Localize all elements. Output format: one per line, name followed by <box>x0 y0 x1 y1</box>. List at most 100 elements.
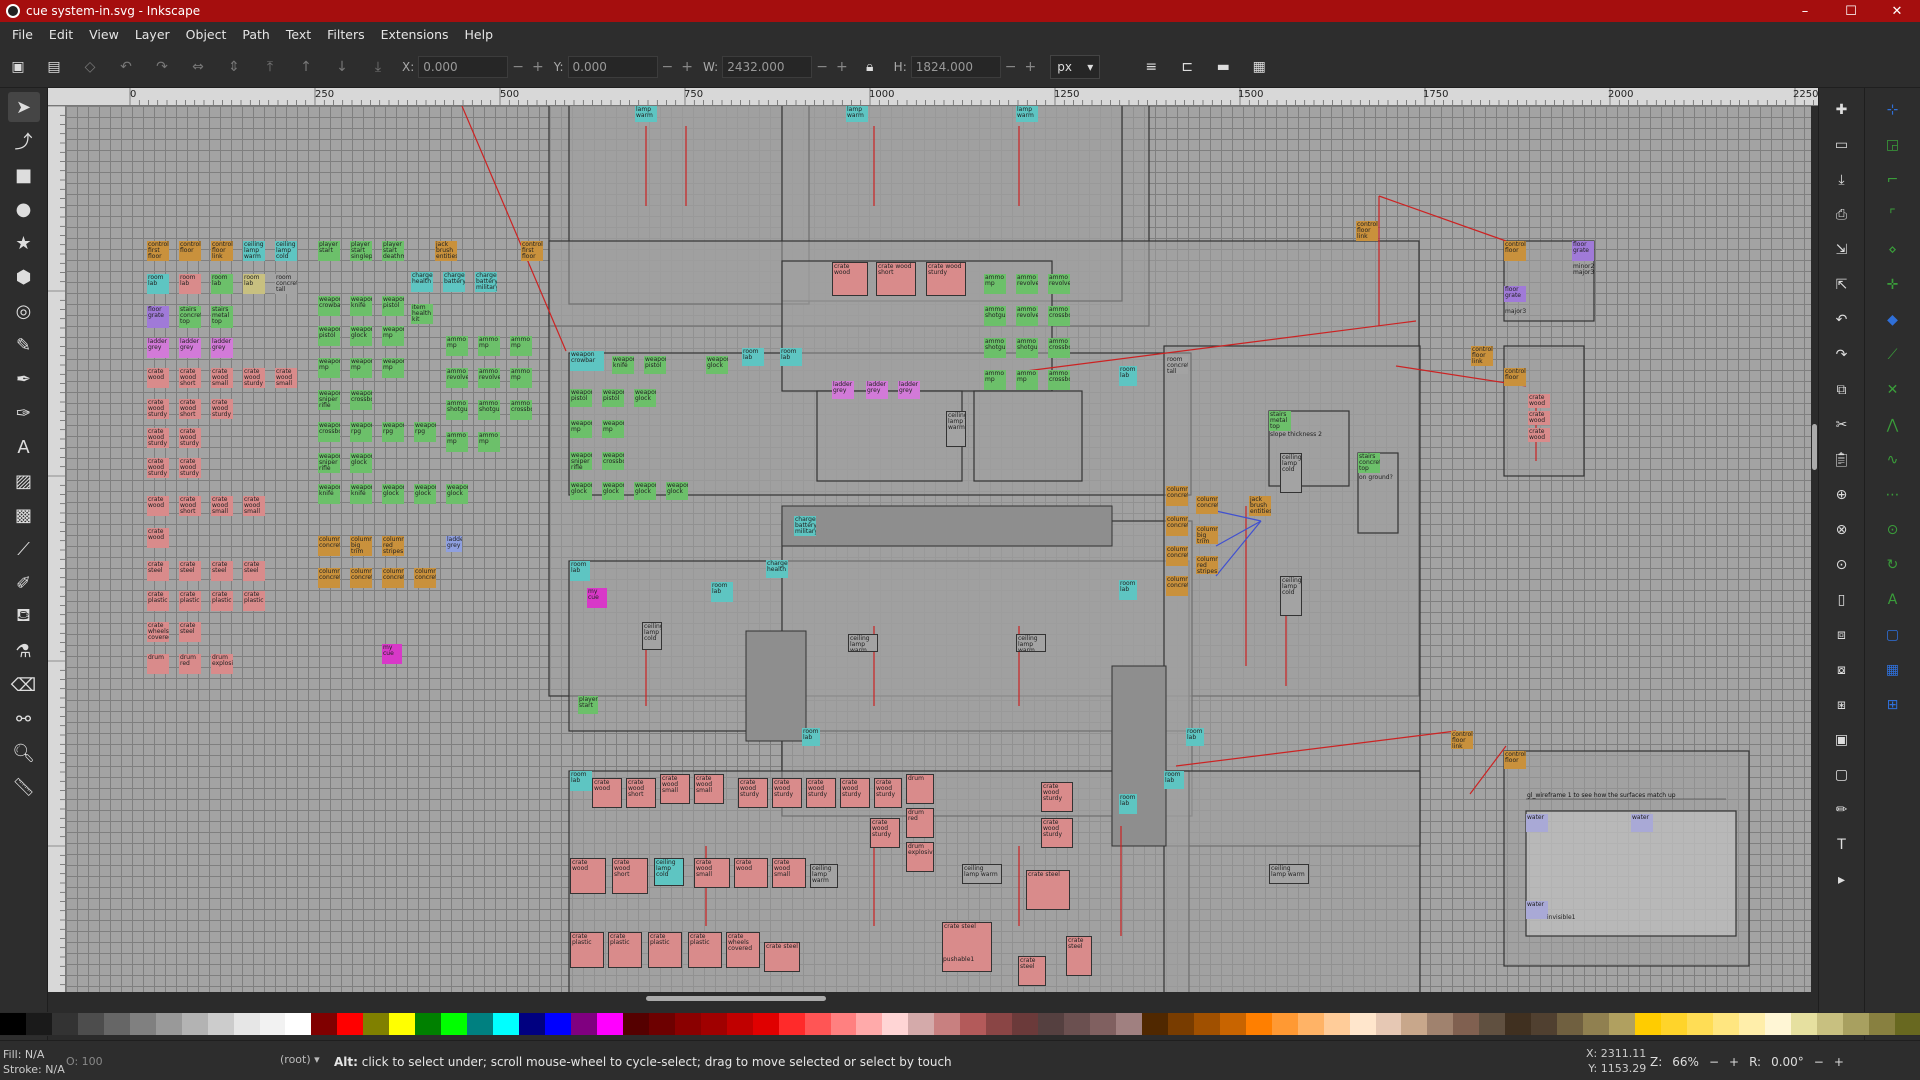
zoom-selection-icon[interactable]: ⊕ <box>1829 482 1855 508</box>
entity-tile[interactable]: room lab <box>802 728 820 746</box>
color-swatch[interactable] <box>700 1013 727 1035</box>
entity-tile[interactable]: crate plastic <box>211 591 233 611</box>
color-swatch[interactable] <box>726 1013 753 1035</box>
snap-intersections-icon[interactable]: ✕ <box>1878 377 1908 403</box>
color-swatch[interactable] <box>960 1013 987 1035</box>
color-swatch[interactable] <box>908 1013 935 1035</box>
entity-tile[interactable]: charger health <box>411 272 433 292</box>
spiral-tool-icon[interactable]: ◎ <box>8 296 40 326</box>
color-swatch[interactable] <box>752 1013 779 1035</box>
zoom-tool-icon[interactable]: 🔍︎ <box>8 738 40 768</box>
entity-tile[interactable]: room lab <box>570 561 590 581</box>
entity-tile[interactable]: crate wood small <box>694 774 724 804</box>
entity-tile[interactable]: crate steel <box>179 622 201 642</box>
color-swatch[interactable] <box>1557 1013 1584 1035</box>
entity-tile[interactable]: ammo shotgun <box>1016 338 1038 358</box>
entity-note[interactable]: invisible1 <box>1546 914 1586 924</box>
h-decrement-button[interactable]: − <box>1001 59 1021 75</box>
ungroup-icon[interactable]: ▢ <box>1829 762 1855 788</box>
mesh-tool-icon[interactable]: ▩ <box>8 500 40 530</box>
entity-tile[interactable]: weapon pistol <box>570 389 592 407</box>
entity-tile[interactable]: crate wheels covered <box>726 932 760 968</box>
entity-tile[interactable]: crate plastic <box>179 591 201 611</box>
lower-icon[interactable]: ↓ <box>331 56 353 78</box>
entity-tile[interactable]: ammo mp <box>446 336 468 356</box>
entity-tile[interactable]: ceiling lamp warm <box>810 864 838 888</box>
color-swatch[interactable] <box>77 1013 104 1035</box>
eraser-tool-icon[interactable]: ⌫ <box>8 670 40 700</box>
entity-tile[interactable]: crate wood sturdy <box>147 458 169 478</box>
menu-object[interactable]: Object <box>178 27 235 42</box>
entity-tile[interactable]: ceiling lamp cold <box>275 241 297 261</box>
entity-tile[interactable]: my cue <box>382 644 402 664</box>
entity-tile[interactable]: ammo mp <box>510 368 532 388</box>
flip-horizontal-icon[interactable]: ⇔ <box>187 56 209 78</box>
color-swatch[interactable] <box>856 1013 883 1035</box>
entity-tile[interactable]: jack brush entities <box>435 241 457 261</box>
entity-tile[interactable]: ceiling lamp warm <box>848 634 878 652</box>
entity-note[interactable]: major3 <box>1504 308 1528 318</box>
entity-tile[interactable]: weapon rpg <box>382 422 404 442</box>
lock-ratio-icon[interactable]: 🔒︎ <box>859 56 881 78</box>
print-icon[interactable]: ⎙ <box>1829 202 1855 228</box>
color-swatch[interactable] <box>1738 1013 1765 1035</box>
pencil-tool-icon[interactable]: ✎ <box>8 330 40 360</box>
entity-tile[interactable]: room lab <box>179 274 201 294</box>
unlink-clone-icon[interactable]: ⧆ <box>1829 692 1855 718</box>
entity-tile[interactable]: control floor <box>1504 368 1526 386</box>
entity-tile[interactable]: ammo mp <box>984 274 1006 294</box>
entity-tile[interactable]: charger battery military <box>475 272 497 292</box>
menu-file[interactable]: File <box>4 27 41 42</box>
menu-filters[interactable]: Filters <box>319 27 372 42</box>
color-swatch[interactable] <box>103 1013 130 1035</box>
color-swatch[interactable] <box>882 1013 909 1035</box>
rotate-decrease-button[interactable]: − <box>1814 1055 1824 1069</box>
color-swatch[interactable] <box>337 1013 364 1035</box>
color-swatch[interactable] <box>519 1013 546 1035</box>
entity-tile[interactable]: weapon glock <box>414 484 436 504</box>
entity-tile[interactable]: room lab <box>1119 794 1137 814</box>
snap-object-centers-icon[interactable]: ⊙ <box>1878 517 1908 543</box>
drawing-canvas[interactable]: control first floor control floor contro… <box>66 106 1811 992</box>
entity-tile[interactable]: weapon crossbow <box>350 390 372 410</box>
entity-tile[interactable]: column concrete <box>318 568 340 588</box>
color-swatch[interactable] <box>1894 1013 1920 1035</box>
entity-tile[interactable]: column big trim <box>1196 526 1218 544</box>
entity-tile[interactable]: crate steel <box>1026 870 1070 910</box>
color-swatch[interactable] <box>1219 1013 1246 1035</box>
entity-tile[interactable]: ammo shotgun <box>446 400 468 420</box>
entity-tile[interactable]: ammo revolver <box>1016 306 1038 326</box>
snap-bbox-midpoints-icon[interactable]: ⋄ <box>1878 237 1908 263</box>
entity-tile[interactable]: ammo crossbow <box>1048 370 1070 390</box>
color-swatch[interactable] <box>934 1013 961 1035</box>
entity-tile[interactable]: player start <box>578 696 598 714</box>
entity-tile[interactable]: crate plastic <box>147 591 169 611</box>
new-document-icon[interactable]: ✚ <box>1829 97 1855 123</box>
rotate-cw-icon[interactable]: ↷ <box>151 56 173 78</box>
close-button[interactable]: ✕ <box>1874 0 1920 22</box>
entity-tile[interactable]: crate wheels covered <box>147 622 169 642</box>
color-swatch[interactable] <box>1271 1013 1298 1035</box>
entity-tile[interactable]: crate wood sturdy <box>806 778 836 808</box>
group-icon[interactable]: ▣ <box>1829 727 1855 753</box>
entity-tile[interactable]: water <box>1631 814 1653 832</box>
entity-tile[interactable]: stairs concrete top <box>179 306 201 328</box>
entity-tile[interactable]: lamp warm <box>635 106 657 122</box>
entity-tile[interactable]: ceiling lamp warm <box>243 241 265 261</box>
entity-tile[interactable]: drum explosive <box>906 842 934 872</box>
deselect-icon[interactable]: ◇ <box>79 56 101 78</box>
color-swatch[interactable] <box>0 1013 26 1035</box>
save-icon[interactable]: ⤓ <box>1829 167 1855 193</box>
entity-note[interactable]: pushable1 <box>942 956 982 964</box>
entity-tile[interactable]: column concrete <box>1166 546 1188 566</box>
entity-tile[interactable]: crate wood short <box>626 778 656 808</box>
entity-tile[interactable]: item health kit <box>411 304 433 324</box>
color-swatch[interactable] <box>622 1013 649 1035</box>
rotation-value[interactable]: 0.00° <box>1771 1055 1804 1069</box>
color-swatch[interactable] <box>129 1013 156 1035</box>
color-swatch[interactable] <box>986 1013 1013 1035</box>
entity-tile[interactable]: crate wood <box>147 496 169 516</box>
entity-tile[interactable]: ammo mp <box>510 336 532 356</box>
spray-tool-icon[interactable]: ▨ <box>8 466 40 496</box>
pen-tool-icon[interactable]: ✒ <box>8 364 40 394</box>
